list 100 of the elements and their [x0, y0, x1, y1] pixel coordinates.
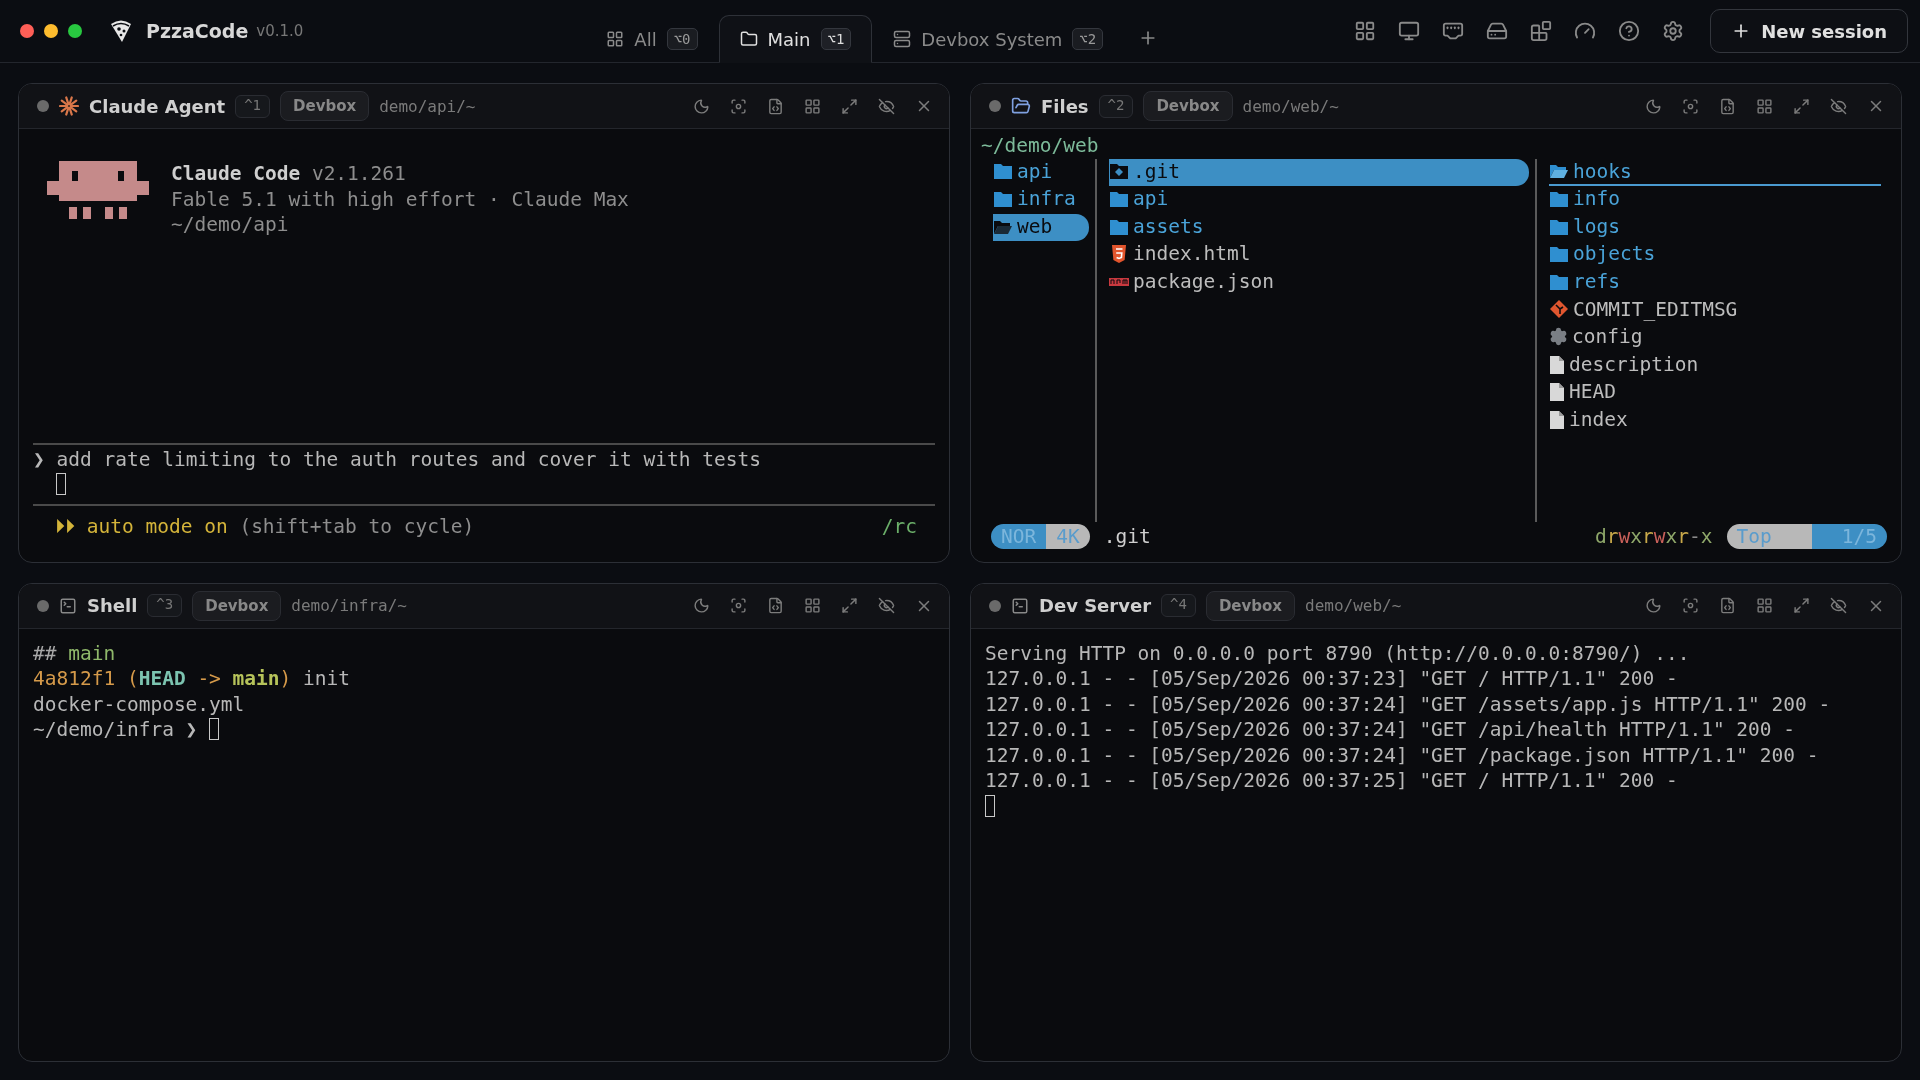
shortcut-badge: ^2	[1098, 94, 1134, 118]
focus-icon[interactable]	[1682, 97, 1699, 115]
server-icon	[893, 30, 912, 48]
maximize-icon[interactable]	[841, 597, 858, 614]
status-dot	[989, 599, 1001, 612]
eye-off-icon[interactable]	[878, 97, 895, 115]
file-entry[interactable]: assets	[1109, 213, 1204, 242]
selected-file: .git	[1103, 523, 1152, 550]
file-entry[interactable]: package.json	[1109, 268, 1274, 297]
file-entry[interactable]: HEAD	[1549, 379, 1616, 407]
host-badge: Devbox	[192, 590, 282, 621]
panel-title: Claude Agent	[89, 95, 226, 117]
blocks-icon[interactable]	[1530, 20, 1553, 42]
file-entry[interactable]: infra	[993, 186, 1076, 214]
eye-off-icon[interactable]	[1830, 97, 1847, 115]
product-name: Claude Code	[171, 162, 301, 185]
folder-icon	[739, 30, 758, 48]
file-entry[interactable]: description	[1549, 351, 1699, 380]
panel-title: Shell	[87, 595, 138, 616]
maximize-icon[interactable]	[1793, 597, 1810, 614]
file-entry[interactable]: .git	[1109, 158, 1529, 187]
mode-indicator: NOR	[991, 523, 1047, 550]
file-entry[interactable]: objects	[1549, 241, 1656, 269]
monitor-icon[interactable]	[1398, 20, 1421, 42]
grid-icon[interactable]	[804, 597, 821, 614]
size-indicator: 4K	[1046, 523, 1090, 550]
folder-icon	[1549, 245, 1569, 264]
file-code-icon[interactable]	[1719, 97, 1736, 115]
html-icon	[1109, 244, 1129, 265]
moon-icon[interactable]	[693, 97, 710, 115]
terminal-icon	[59, 596, 77, 615]
file-entry[interactable]: index.html	[1109, 241, 1251, 269]
terminal-line: Serving HTTP on 0.0.0.0 port 8790 (http://0.0.0.0:8790/) ...	[985, 640, 1691, 667]
file-entry[interactable]: api	[1109, 186, 1169, 214]
cursor	[209, 718, 220, 741]
file-icon	[1549, 382, 1565, 403]
folder-icon	[1549, 272, 1569, 291]
help-icon[interactable]	[1618, 20, 1641, 42]
grid-icon[interactable]	[1354, 20, 1377, 42]
workspace-tab[interactable]: Devbox System ⌥2	[872, 15, 1125, 63]
eye-off-icon[interactable]	[1830, 597, 1847, 614]
grid-icon[interactable]	[1756, 97, 1773, 115]
focus-icon[interactable]	[730, 97, 747, 115]
file-code-icon[interactable]	[767, 97, 784, 115]
panel-title: Dev Server	[1039, 595, 1152, 616]
mode-symbol: ⏵⏵	[55, 513, 75, 540]
moon-icon[interactable]	[1645, 597, 1662, 614]
terminal-line: 127.0.0.1 - - [05/Sep/2026 00:37:25] "GET / HTTP/1.1" 200 -	[985, 768, 1679, 795]
eye-off-icon[interactable]	[878, 597, 895, 614]
panel-title: Files	[1041, 95, 1089, 117]
panel-path: demo/web/~	[1305, 596, 1403, 615]
close-window-button[interactable]	[20, 24, 34, 38]
permissions: d rwx rwxr-x	[1595, 523, 1713, 550]
moon-icon[interactable]	[1645, 97, 1662, 115]
gear-icon	[1549, 327, 1568, 347]
maximize-icon[interactable]	[1793, 97, 1810, 115]
file-entry[interactable]: logs	[1549, 213, 1620, 242]
file-entry[interactable]: refs	[1549, 268, 1620, 297]
shortcut-badge: ^3	[147, 594, 183, 617]
working-directory: ~/demo/api	[171, 213, 289, 237]
new-session-button[interactable]: New session	[1710, 9, 1908, 53]
workspace-tab[interactable]: All ⌥0	[585, 15, 719, 63]
file-entry[interactable]: info	[1549, 186, 1620, 214]
file-icon	[1549, 409, 1565, 430]
grid-icon[interactable]	[1756, 597, 1773, 614]
drive-icon[interactable]	[1486, 20, 1509, 42]
moon-icon[interactable]	[693, 597, 710, 614]
grid-icon[interactable]	[804, 97, 821, 115]
folder-icon	[1109, 190, 1129, 208]
app-version: v0.1.0	[256, 22, 304, 40]
minimize-window-button[interactable]	[44, 24, 58, 38]
file-code-icon[interactable]	[1719, 597, 1736, 614]
file-entry[interactable]: api	[993, 158, 1053, 187]
port-icon[interactable]	[1442, 20, 1465, 42]
terminal-line: 127.0.0.1 - - [05/Sep/2026 00:37:23] "GET / HTTP/1.1" 200 -	[985, 666, 1679, 692]
maximize-icon[interactable]	[841, 97, 858, 115]
file-code-icon[interactable]	[767, 597, 784, 614]
file-entry[interactable]: index	[1549, 406, 1628, 435]
file-entry[interactable]: config	[1549, 324, 1643, 352]
status-dot	[989, 100, 1001, 112]
terminal-line: 127.0.0.1 - - [05/Sep/2026 00:37:24] "GET /api/health HTTP/1.1" 200 -	[985, 717, 1797, 743]
mode-hint: (shift+tab to cycle)	[239, 513, 475, 540]
zoom-window-button[interactable]	[68, 24, 82, 38]
terminal-icon	[1011, 596, 1029, 615]
folder-icon	[1549, 190, 1569, 208]
shortcut-badge: ^4	[1161, 594, 1196, 617]
file-entry[interactable]: COMMIT_EDITMSG	[1549, 296, 1738, 325]
git-icon	[1549, 299, 1569, 320]
panel-path: demo/infra/~	[291, 596, 408, 615]
focus-icon[interactable]	[1682, 597, 1699, 614]
command-hint: /rc	[881, 513, 917, 540]
settings-icon[interactable]	[1662, 20, 1685, 42]
workspace-tab[interactable]: Main ⌥1	[718, 15, 873, 63]
folder-icon	[1109, 217, 1129, 236]
git-folder-icon	[1109, 162, 1129, 181]
file-entry[interactable]: web	[993, 213, 1089, 242]
focus-icon[interactable]	[730, 597, 747, 614]
host-badge: Devbox	[280, 91, 370, 121]
panel-path: demo/web/~	[1242, 96, 1340, 116]
file-entry[interactable]: hooks	[1549, 158, 1881, 187]
